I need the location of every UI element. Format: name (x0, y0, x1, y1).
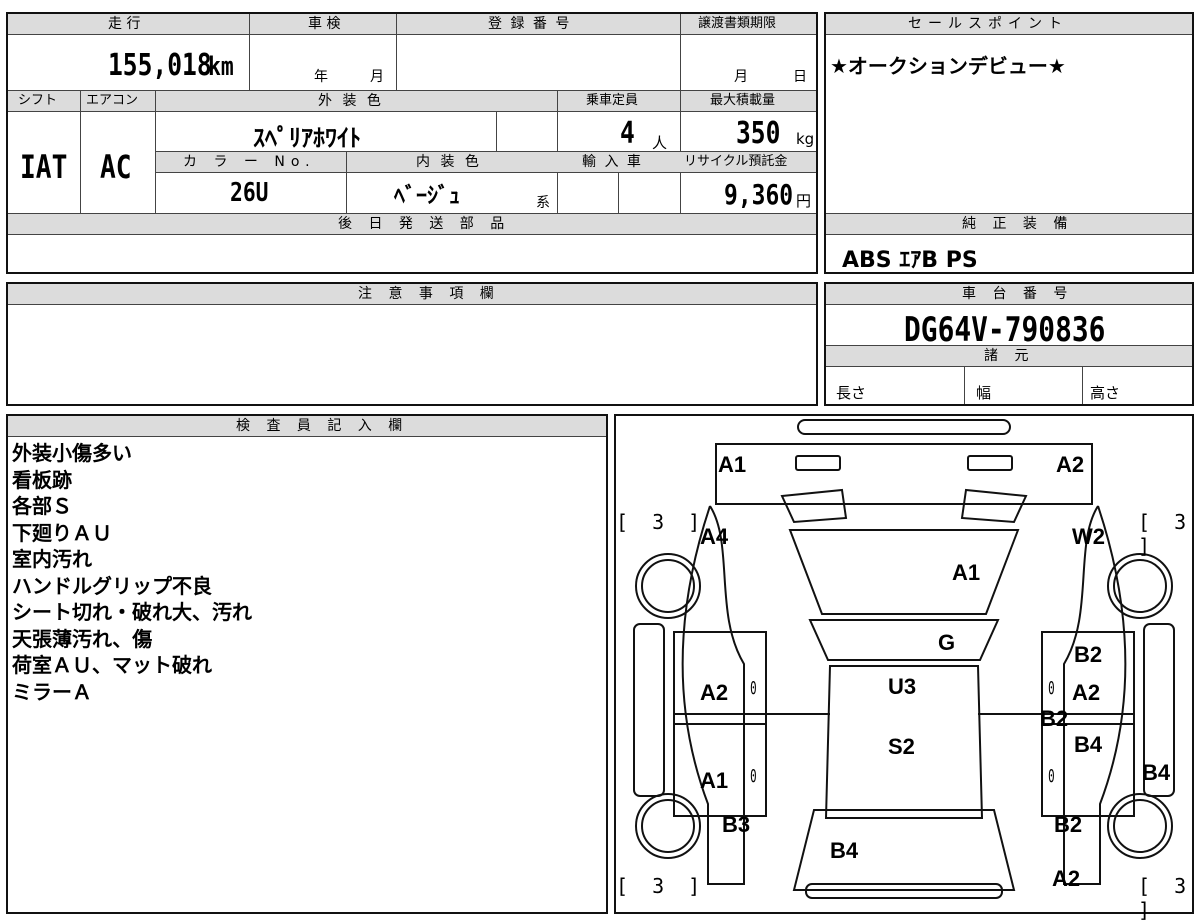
recycle-value: 9,360 (724, 178, 794, 211)
max-load-label: 最大積載量 (710, 93, 776, 108)
sales-point-box: セールスポイント ★オークションデビュー★ 純 正 装 備 ABS ｴｱB PS (824, 12, 1194, 274)
sales-point-text: ★オークションデビュー★ (830, 54, 1066, 78)
mark-right-upper: B2 (1074, 642, 1103, 667)
note-line: シート切れ・破れ大、汚れ (12, 600, 252, 624)
tire-bracket-front-right: [ 3 ] (1138, 510, 1193, 558)
transfer-month-unit: 月 (734, 69, 748, 85)
zero-mark: 0 (750, 678, 757, 699)
zero-mark: 0 (750, 766, 757, 787)
recycle-unit: 円 (796, 192, 812, 210)
mark-right-mid: B2 (1040, 706, 1069, 731)
color-no-value: 26U (230, 178, 269, 208)
chassis-label: 車 台 番 号 (962, 286, 1074, 302)
capacity-value: 4 (620, 116, 635, 151)
mark-right-side-edge: B4 (1142, 760, 1171, 785)
tire-bracket-front-left: [ 3 ] (616, 510, 707, 534)
caution-box: 注 意 事 項 欄 (6, 282, 818, 406)
note-line: 看板跡 (12, 467, 72, 492)
interior-suffix: 系 (536, 195, 550, 211)
mark-roof-front: U3 (888, 674, 917, 699)
transfer-day-unit: 日 (793, 69, 807, 85)
ac-label: エアコン (86, 93, 139, 108)
mark-windshield: G (938, 630, 956, 655)
transfer-doc-label: 譲渡書類期限 (698, 16, 777, 31)
mark-left-rear-door: A1 (700, 768, 729, 793)
tire-bracket-rear-right: [ 3 ] (1138, 874, 1193, 922)
capacity-unit: 人 (652, 134, 668, 152)
mileage-label: 走 行 (108, 16, 141, 32)
mark-right-rear: B2 (1054, 812, 1083, 837)
shift-value: IAT (20, 148, 68, 186)
equipment-label: 純 正 装 備 (962, 216, 1074, 232)
car-outline-diagram (633, 419, 1175, 899)
specs-label: 諸 元 (984, 348, 1035, 364)
mark-rear-gate: B4 (830, 838, 859, 863)
max-load-value: 350 (736, 116, 781, 151)
note-line: 外装小傷多い (12, 441, 132, 465)
inspection-month-unit: 月 (370, 69, 384, 85)
inspection-year-unit: 年 (314, 69, 328, 85)
chassis-value: DG64V-790836 (904, 310, 1106, 350)
mark-rear-bumper-right: A2 (1052, 866, 1081, 891)
later-parts-label: 後 日 発 送 部 品 (338, 216, 511, 232)
interior-color-value: ﾍﾞｰｼﾞｭ (394, 184, 461, 209)
recycle-label: リサイクル預託金 (684, 154, 788, 169)
mark-roof-rear: S2 (888, 734, 915, 759)
note-line: ハンドルグリップ不良 (12, 573, 212, 598)
registration-label: 登 録 番 号 (488, 16, 572, 32)
mileage-value: 155,018 (108, 48, 212, 83)
mark-right-rear-door: B4 (1074, 732, 1103, 757)
mark-left-front-door: A2 (700, 680, 729, 705)
mileage-unit: km (208, 52, 234, 82)
mark-left-rear: B3 (722, 812, 751, 837)
equipment-value: ABS ｴｱB PS (842, 248, 978, 273)
note-line: 荷室ＡＵ、マット破れ (12, 653, 212, 677)
note-line: 下廻りＡＵ (12, 520, 112, 545)
mark-right-front-door: A2 (1072, 680, 1101, 705)
mark-front-left: A1 (718, 452, 747, 477)
width-label: 幅 (976, 384, 992, 402)
interior-color-label: 内 装 色 (416, 154, 482, 170)
caution-label: 注 意 事 項 欄 (358, 286, 500, 302)
height-label: 高さ (1090, 384, 1121, 402)
import-label: 輸 入 車 (582, 154, 643, 170)
exterior-color-value: ｽﾍﾟﾘｱﾎﾜｲﾄ (253, 124, 361, 152)
exterior-color-label: 外 装 色 (318, 93, 384, 109)
mark-right-front-fender: W2 (1072, 524, 1105, 549)
shift-label: シフト (18, 93, 58, 108)
chassis-box: 車 台 番 号 DG64V-790836 諸 元 長さ 幅 高さ (824, 282, 1194, 406)
inspector-label: 検 査 員 記 入 欄 (236, 418, 409, 434)
length-label: 長さ (836, 384, 867, 402)
tire-bracket-rear-left: [ 3 ] (616, 874, 707, 898)
note-line: 各部Ｓ (12, 494, 72, 518)
color-no-label: カ ラ ー No. (183, 154, 316, 170)
vehicle-info-box: 走 行 車 検 登 録 番 号 譲渡書類期限 155,018 km 年 月 月 … (6, 12, 818, 274)
note-line: 天張薄汚れ、傷 (12, 626, 153, 651)
zero-mark: 0 (1048, 766, 1055, 787)
ac-value: AC (100, 148, 132, 186)
inspector-notes: 外装小傷多い 看板跡 各部Ｓ 下廻りＡＵ 室内汚れ ハンドルグリップ不良 シート… (12, 440, 252, 705)
inspection-label: 車 検 (308, 16, 341, 32)
max-load-unit: kg (796, 130, 815, 148)
capacity-label: 乗車定員 (586, 93, 639, 108)
mark-front-right: A2 (1056, 452, 1085, 477)
zero-mark: 0 (1048, 678, 1055, 699)
mark-hood: A1 (952, 560, 981, 585)
note-line: 室内汚れ (12, 547, 92, 571)
sales-point-label: セールスポイント (908, 16, 1068, 32)
note-line: ミラーＡ (12, 679, 92, 704)
